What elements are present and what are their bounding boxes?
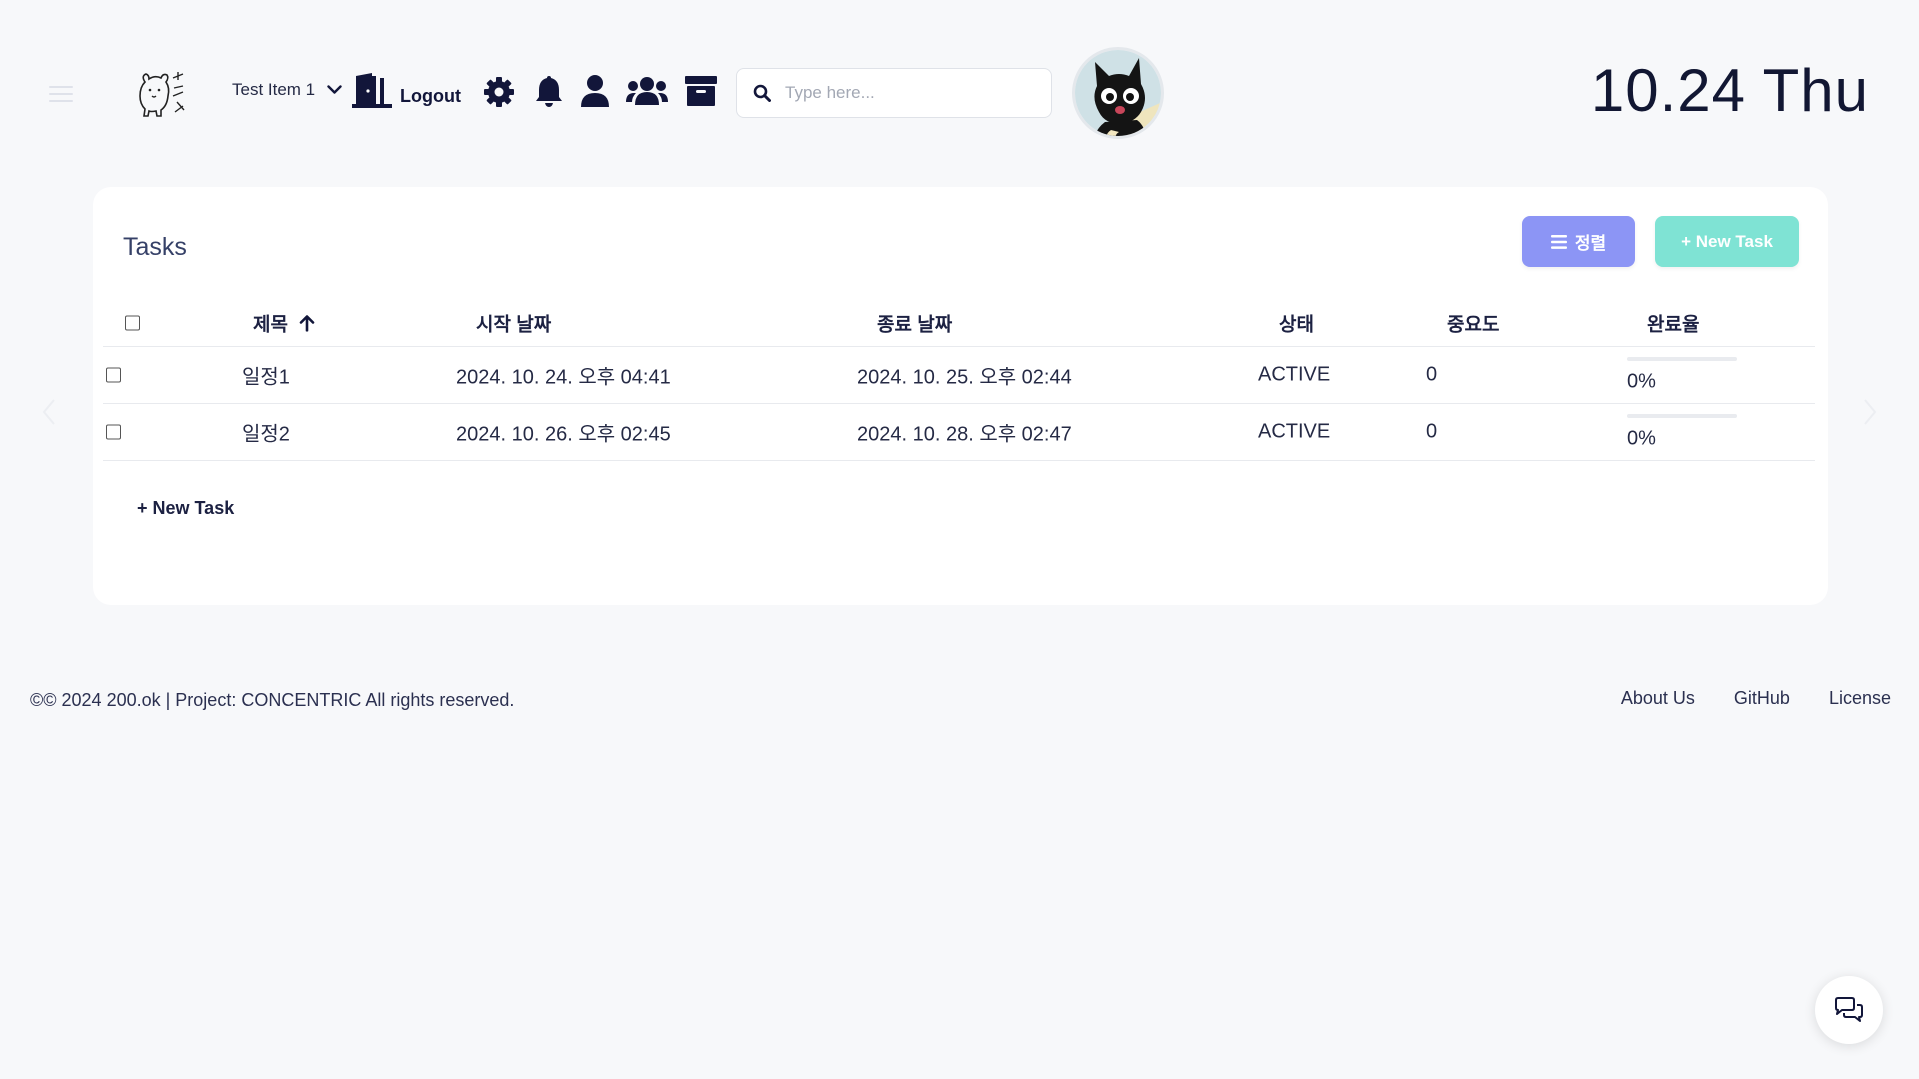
task-start-date: 2024. 10. 24. 오후 04:41 <box>456 366 671 389</box>
task-title[interactable]: 일정1 <box>242 361 290 390</box>
tasks-card: Tasks 정렬 + New Task 제목 시작 날짜 종료 날짜 상태 중요… <box>93 187 1828 605</box>
column-title[interactable]: 제목 <box>253 309 315 336</box>
bell-icon[interactable] <box>535 74 563 108</box>
chat-button[interactable] <box>1815 976 1883 1044</box>
archive-icon[interactable] <box>685 76 717 106</box>
row-checkbox[interactable] <box>106 424 121 440</box>
item-selector[interactable]: Test Item 1 <box>232 80 342 100</box>
select-all-checkbox[interactable] <box>125 315 140 330</box>
footer-link-about[interactable]: About Us <box>1621 688 1695 709</box>
footer-links: About Us GitHub License <box>1621 688 1891 709</box>
chat-bubbles-icon <box>1835 997 1863 1022</box>
progress-bar <box>1627 414 1737 418</box>
task-status: ACTIVE <box>1258 420 1331 443</box>
task-completion: 0% <box>1627 370 1656 393</box>
tasks-title: Tasks <box>123 233 187 261</box>
column-end-date[interactable]: 종료 날짜 <box>877 309 952 336</box>
footer-copyright: ©© 2024 200.ok | Project: CONCENTRIC All… <box>30 690 515 710</box>
bear-logo-icon[interactable] <box>137 66 197 120</box>
chevron-left-icon[interactable] <box>42 398 56 426</box>
column-status[interactable]: 상태 <box>1279 309 1314 336</box>
column-completion[interactable]: 완료율 <box>1647 309 1699 336</box>
date-display: 10.24 Thu <box>1590 57 1869 124</box>
users-icon[interactable] <box>626 76 668 106</box>
footer-link-license[interactable]: License <box>1829 688 1891 709</box>
sort-button-label: 정렬 <box>1574 234 1607 253</box>
table-header: 제목 시작 날짜 종료 날짜 상태 중요도 완료율 <box>103 299 1815 347</box>
search-box[interactable] <box>736 68 1052 118</box>
column-title-label: 제목 <box>253 314 288 335</box>
chevron-right-icon[interactable] <box>1863 398 1877 426</box>
hamburger-icon[interactable] <box>49 86 73 102</box>
task-end-date: 2024. 10. 25. 오후 02:44 <box>857 366 1072 389</box>
task-priority: 0 <box>1426 363 1438 386</box>
column-start-date[interactable]: 시작 날짜 <box>476 309 551 336</box>
column-priority[interactable]: 중요도 <box>1447 309 1499 336</box>
task-end-date: 2024. 10. 28. 오후 02:47 <box>857 423 1072 446</box>
list-icon <box>1550 234 1567 249</box>
task-completion: 0% <box>1627 427 1656 450</box>
task-status: ACTIVE <box>1258 363 1331 386</box>
table-row[interactable]: 일정1 2024. 10. 24. 오후 04:41 2024. 10. 25.… <box>103 347 1815 404</box>
logout-button[interactable]: Logout <box>352 72 461 108</box>
chevron-down-icon <box>327 85 342 94</box>
add-task-link[interactable]: + New Task <box>137 498 234 519</box>
task-priority: 0 <box>1426 420 1438 443</box>
task-start-date: 2024. 10. 26. 오후 02:45 <box>456 423 671 446</box>
sort-button[interactable]: 정렬 <box>1522 216 1635 267</box>
user-icon[interactable] <box>580 74 610 108</box>
door-exit-icon <box>352 73 392 108</box>
gear-icon[interactable] <box>483 76 515 108</box>
row-checkbox[interactable] <box>106 367 121 383</box>
search-input[interactable] <box>785 83 1035 103</box>
item-selector-label: Test Item 1 <box>232 80 316 99</box>
progress-bar <box>1627 357 1737 361</box>
new-task-button[interactable]: + New Task <box>1655 216 1799 267</box>
table-row[interactable]: 일정2 2024. 10. 26. 오후 02:45 2024. 10. 28.… <box>103 404 1815 461</box>
search-icon <box>753 84 771 102</box>
black-cat-avatar[interactable] <box>1072 47 1164 139</box>
logout-label: Logout <box>400 86 461 106</box>
task-title[interactable]: 일정2 <box>242 418 290 447</box>
arrow-up-icon <box>299 314 315 331</box>
top-bar: Test Item 1 Logout Type here... 10.24 Th… <box>0 0 1919 185</box>
avatar-image <box>1075 50 1161 136</box>
footer-link-github[interactable]: GitHub <box>1734 688 1790 709</box>
